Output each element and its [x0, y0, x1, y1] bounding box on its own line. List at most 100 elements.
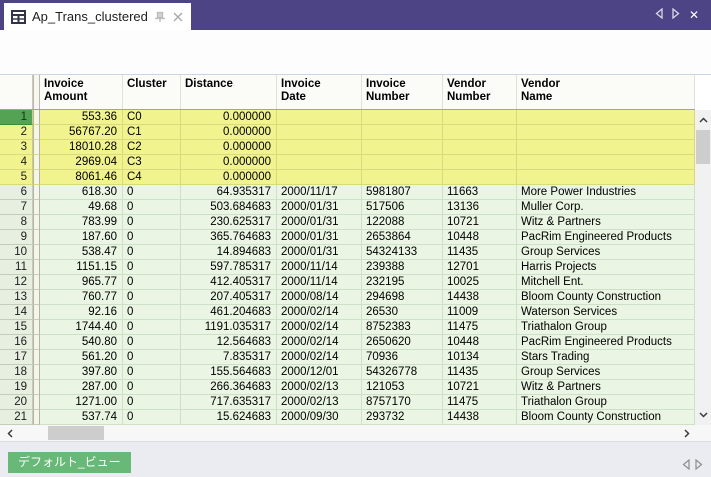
row-marker-cell[interactable] — [33, 245, 40, 260]
cell-invoice_no[interactable]: 122088 — [362, 215, 443, 230]
cell-distance[interactable]: 0.000000 — [181, 155, 277, 170]
cell-cluster[interactable]: 0 — [123, 200, 181, 215]
cell-amount[interactable]: 537.74 — [40, 410, 123, 425]
row-marker-cell[interactable] — [33, 365, 40, 380]
cell-vendor_name[interactable] — [517, 125, 695, 140]
cell-invoice_no[interactable]: 294698 — [362, 290, 443, 305]
row-number-cell[interactable]: 6 — [0, 185, 33, 200]
cell-cluster[interactable]: 0 — [123, 185, 181, 200]
cell-date[interactable]: 2000/11/17 — [277, 185, 362, 200]
cell-distance[interactable]: 7.835317 — [181, 350, 277, 365]
row-number-cell[interactable]: 16 — [0, 335, 33, 350]
column-header-amount[interactable]: Invoice Amount — [40, 75, 123, 109]
cell-distance[interactable]: 12.564683 — [181, 335, 277, 350]
cell-distance[interactable]: 64.935317 — [181, 185, 277, 200]
cell-date[interactable]: 2000/02/14 — [277, 320, 362, 335]
cell-date[interactable]: 2000/01/31 — [277, 245, 362, 260]
row-marker-cell[interactable] — [33, 140, 40, 155]
row-number-cell[interactable]: 7 — [0, 200, 33, 215]
cell-date[interactable]: 2000/02/14 — [277, 335, 362, 350]
row-marker-cell[interactable] — [33, 320, 40, 335]
cell-distance[interactable]: 503.684683 — [181, 200, 277, 215]
cell-vendor_name[interactable]: Witz & Partners — [517, 380, 695, 395]
row-marker-cell[interactable] — [33, 410, 40, 425]
row-marker-cell[interactable] — [33, 125, 40, 140]
cell-date[interactable]: 2000/01/31 — [277, 200, 362, 215]
row-marker-cell[interactable] — [33, 380, 40, 395]
cell-cluster[interactable]: 0 — [123, 365, 181, 380]
cell-vendor_no[interactable]: 10448 — [443, 230, 517, 245]
cell-distance[interactable]: 155.564683 — [181, 365, 277, 380]
cell-vendor_name[interactable]: More Power Industries — [517, 185, 695, 200]
cell-invoice_no[interactable]: 5981807 — [362, 185, 443, 200]
cell-vendor_name[interactable]: PacRim Engineered Products — [517, 230, 695, 245]
cell-amount[interactable]: 8061.46 — [40, 170, 123, 185]
cell-date[interactable]: 2000/11/14 — [277, 260, 362, 275]
cell-vendor_name[interactable]: Group Services — [517, 245, 695, 260]
row-marker-cell[interactable] — [33, 230, 40, 245]
column-header-invoice_no[interactable]: Invoice Number — [362, 75, 443, 109]
cell-vendor_no[interactable] — [443, 125, 517, 140]
cell-vendor_no[interactable]: 10721 — [443, 380, 517, 395]
column-header-date[interactable]: Invoice Date — [277, 75, 362, 109]
cell-amount[interactable]: 1151.15 — [40, 260, 123, 275]
cell-date[interactable]: 2000/02/14 — [277, 305, 362, 320]
row-number-cell[interactable]: 2 — [0, 125, 33, 140]
row-number-cell[interactable]: 11 — [0, 260, 33, 275]
cell-cluster[interactable]: 0 — [123, 320, 181, 335]
cell-date[interactable]: 2000/11/14 — [277, 275, 362, 290]
cell-amount[interactable]: 397.80 — [40, 365, 123, 380]
cell-vendor_name[interactable] — [517, 110, 695, 125]
cell-cluster[interactable]: 0 — [123, 245, 181, 260]
row-number-cell[interactable]: 4 — [0, 155, 33, 170]
scroll-up-icon[interactable] — [695, 112, 711, 128]
cell-invoice_no[interactable]: 121053 — [362, 380, 443, 395]
document-tab[interactable]: Ap_Trans_clustered — [4, 3, 191, 30]
cell-invoice_no[interactable]: 517506 — [362, 200, 443, 215]
cell-vendor_name[interactable]: Bloom County Construction — [517, 290, 695, 305]
cell-vendor_no[interactable] — [443, 110, 517, 125]
cell-cluster[interactable]: C2 — [123, 140, 181, 155]
cell-vendor_name[interactable]: Waterson Services — [517, 305, 695, 320]
cell-invoice_no[interactable]: 54324133 — [362, 245, 443, 260]
column-header-vendor_no[interactable]: Vendor Number — [443, 75, 517, 109]
cell-invoice_no[interactable]: 293732 — [362, 410, 443, 425]
cell-distance[interactable]: 0.000000 — [181, 125, 277, 140]
cell-amount[interactable]: 538.47 — [40, 245, 123, 260]
cell-cluster[interactable]: 0 — [123, 290, 181, 305]
scroll-down-icon[interactable] — [695, 407, 711, 423]
scroll-left-icon[interactable] — [2, 425, 18, 441]
cell-cluster[interactable]: 0 — [123, 380, 181, 395]
row-number-cell[interactable]: 12 — [0, 275, 33, 290]
cell-vendor_no[interactable]: 11475 — [443, 320, 517, 335]
row-number-cell[interactable]: 18 — [0, 365, 33, 380]
cell-vendor_name[interactable]: Muller Corp. — [517, 200, 695, 215]
cell-date[interactable] — [277, 110, 362, 125]
cell-date[interactable]: 2000/09/30 — [277, 410, 362, 425]
cell-invoice_no[interactable]: 54326778 — [362, 365, 443, 380]
cell-invoice_no[interactable] — [362, 125, 443, 140]
cell-distance[interactable]: 597.785317 — [181, 260, 277, 275]
column-header-vendor_name[interactable]: Vendor Name — [517, 75, 695, 109]
cell-date[interactable]: 2000/08/14 — [277, 290, 362, 305]
cell-distance[interactable]: 266.364683 — [181, 380, 277, 395]
cell-invoice_no[interactable] — [362, 140, 443, 155]
cell-amount[interactable]: 287.00 — [40, 380, 123, 395]
cell-amount[interactable]: 56767.20 — [40, 125, 123, 140]
next-tab-icon[interactable] — [672, 6, 680, 24]
prev-view-icon[interactable] — [682, 457, 690, 475]
cell-vendor_no[interactable] — [443, 170, 517, 185]
cell-vendor_no[interactable]: 10448 — [443, 335, 517, 350]
cell-invoice_no[interactable]: 70936 — [362, 350, 443, 365]
cell-vendor_name[interactable]: Triathalon Group — [517, 320, 695, 335]
cell-amount[interactable]: 18010.28 — [40, 140, 123, 155]
cell-cluster[interactable]: 0 — [123, 215, 181, 230]
row-marker-cell[interactable] — [33, 290, 40, 305]
cell-cluster[interactable]: C1 — [123, 125, 181, 140]
cell-vendor_no[interactable]: 12701 — [443, 260, 517, 275]
row-marker-cell[interactable] — [33, 350, 40, 365]
row-number-cell[interactable]: 21 — [0, 410, 33, 425]
row-marker-cell[interactable] — [33, 275, 40, 290]
scroll-right-icon[interactable] — [679, 425, 695, 441]
cell-invoice_no[interactable] — [362, 155, 443, 170]
